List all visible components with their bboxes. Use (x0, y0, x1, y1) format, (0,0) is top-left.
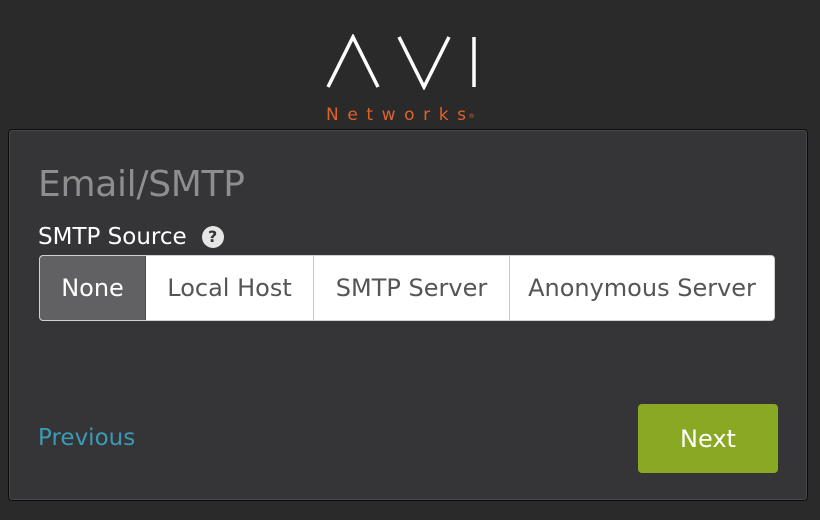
smtp-source-label-text: SMTP Source (38, 224, 187, 250)
smtp-option-local-host[interactable]: Local Host (146, 256, 314, 320)
smtp-source-label: SMTP Source ? (38, 222, 224, 252)
smtp-option-anonymous-server[interactable]: Anonymous Server (510, 256, 774, 320)
registered-mark: ® (468, 113, 475, 120)
smtp-option-smtp-server[interactable]: SMTP Server (314, 256, 510, 320)
question-circle-icon[interactable]: ? (201, 226, 224, 248)
previous-link[interactable]: Previous (38, 423, 135, 453)
smtp-option-none[interactable]: None (40, 256, 146, 320)
smtp-source-selector: None Local Host SMTP Server Anonymous Se… (39, 255, 775, 321)
page-title: Email/SMTP (38, 164, 245, 205)
setup-panel: Email/SMTP SMTP Source ? None Local Host… (8, 129, 808, 501)
avi-wordmark (326, 34, 476, 90)
avi-networks-logo: Networks® (0, 0, 820, 128)
logo-subtext: Networks® (326, 105, 475, 125)
next-button[interactable]: Next (638, 404, 778, 473)
